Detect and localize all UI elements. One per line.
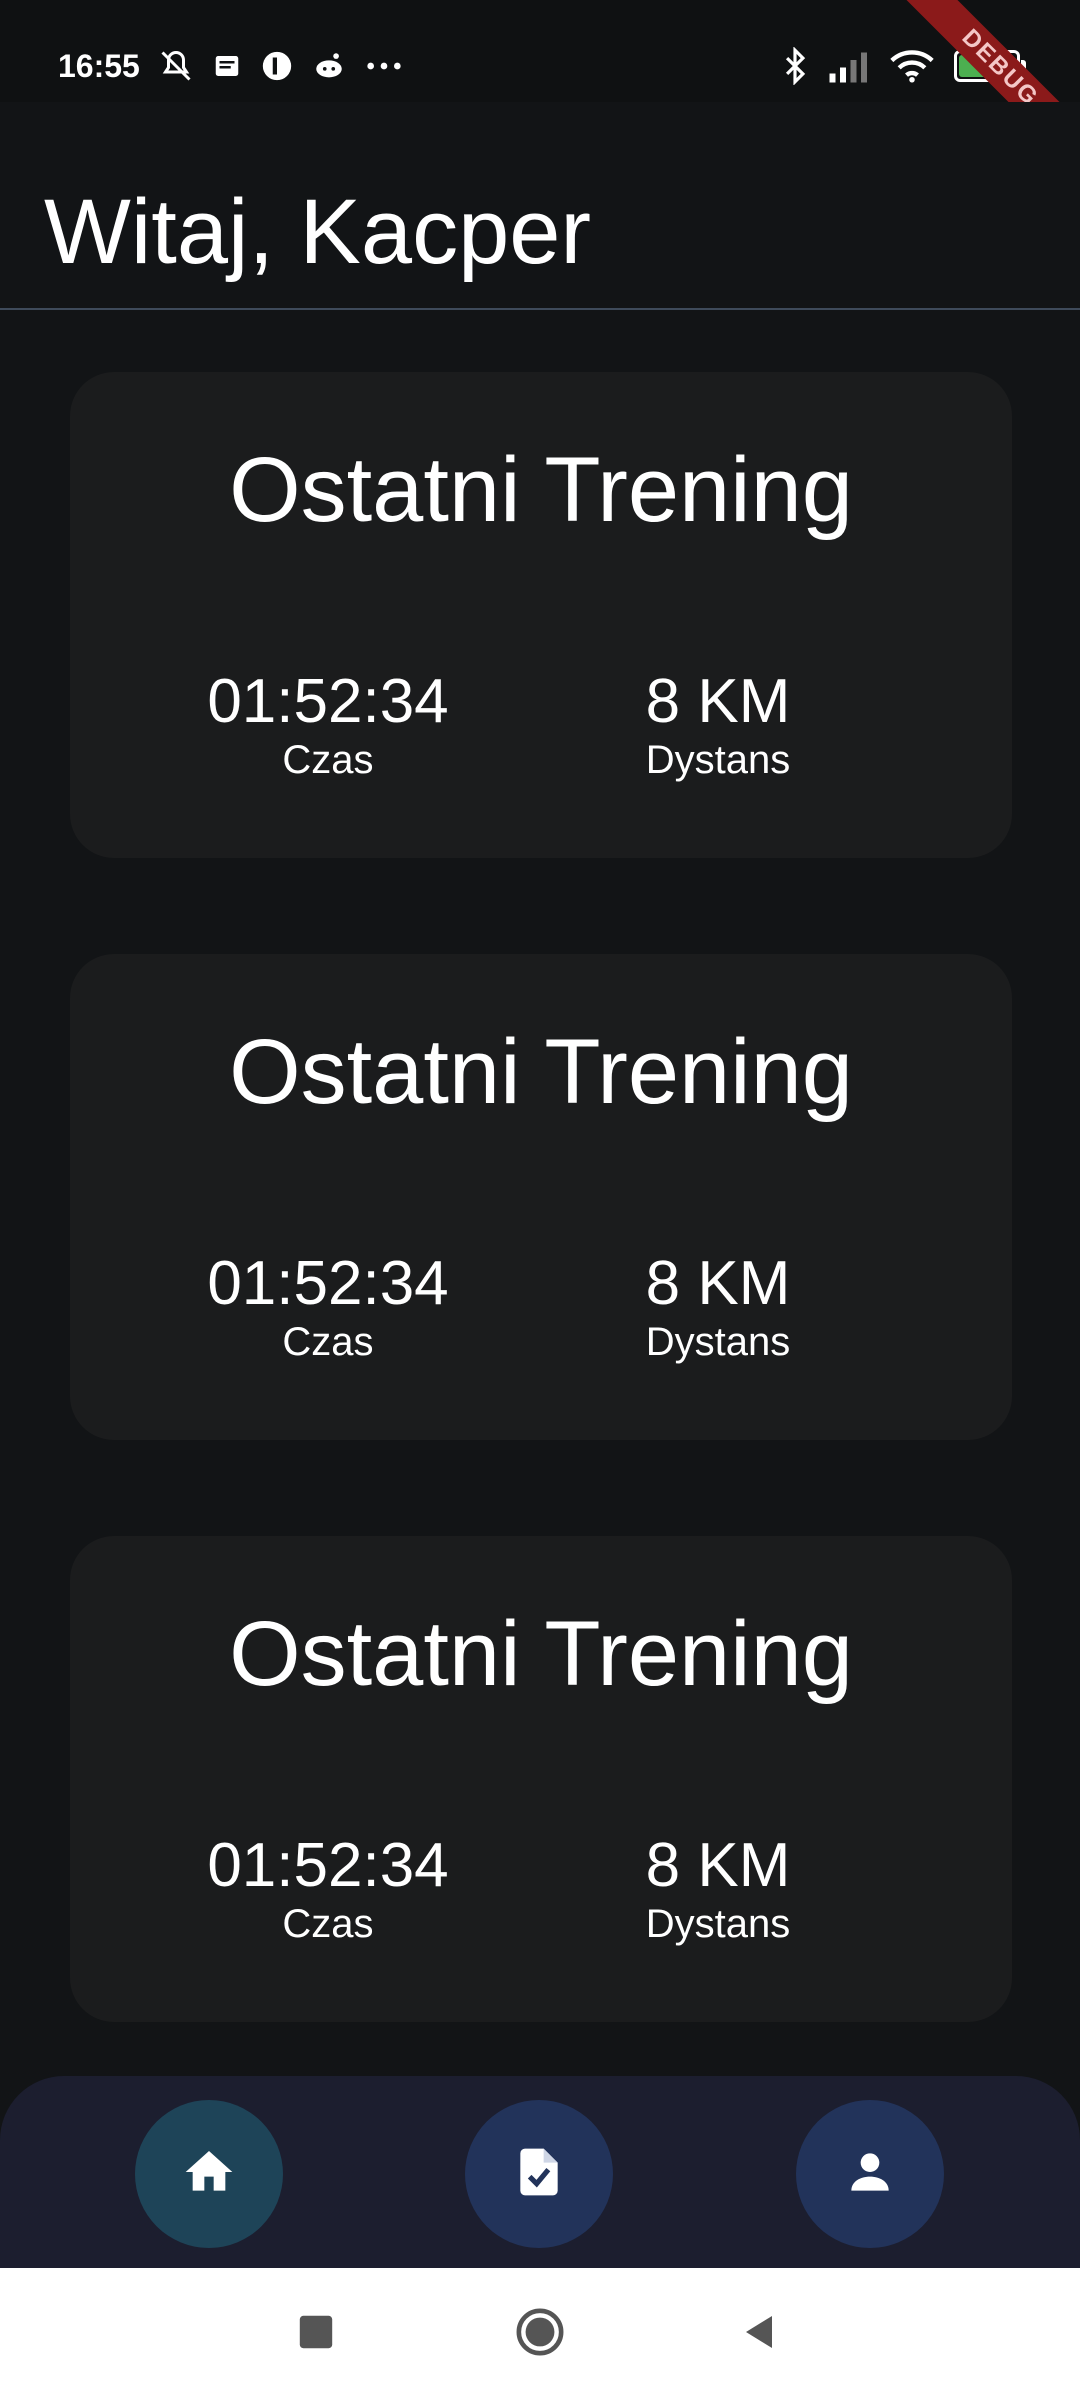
reddit-icon (312, 49, 346, 83)
back-triangle-icon (740, 2312, 780, 2357)
training-card[interactable]: Ostatni Trening 01:52:34 Czas 8 KM Dysta… (70, 372, 1012, 858)
recents-button[interactable] (284, 2268, 348, 2400)
time-label: Czas (282, 1902, 374, 1946)
home-icon (181, 2144, 237, 2205)
time-stat: 01:52:34 Czas (178, 1832, 478, 1948)
time-value: 01:52:34 (207, 1249, 449, 1318)
square-icon (298, 2314, 334, 2355)
card-title: Ostatni Trening (229, 439, 853, 541)
distance-stat: 8 KM Dystans (568, 668, 868, 784)
distance-label: Dystans (645, 1902, 791, 1946)
training-card[interactable]: Ostatni Trening 01:52:34 Czas 8 KM Dysta… (70, 954, 1012, 1440)
time-value: 01:52:34 (207, 1831, 449, 1900)
back-button[interactable] (728, 2268, 792, 2400)
time-value: 01:52:34 (207, 667, 449, 736)
bluetooth-icon (782, 47, 808, 85)
nav-home-button[interactable] (135, 2100, 283, 2248)
circle-icon (515, 2307, 565, 2362)
time-label: Czas (282, 738, 374, 782)
wifi-icon (890, 49, 934, 83)
status-bar: 16:55 92 (0, 0, 1080, 102)
distance-value: 8 KM (645, 1249, 791, 1318)
signal-icon (828, 49, 870, 83)
time-stat: 01:52:34 Czas (178, 1250, 478, 1366)
distance-value: 8 KM (645, 667, 791, 736)
status-time: 16:55 (58, 47, 140, 84)
person-icon (842, 2144, 898, 2205)
message-icon (212, 51, 242, 81)
distance-label: Dystans (645, 1320, 791, 1364)
card-title: Ostatni Trening (229, 1021, 853, 1123)
page-title: Witaj, Kacper (44, 181, 592, 283)
training-card[interactable]: Ostatni Trening 01:52:34 Czas 8 KM Dysta… (70, 1536, 1012, 2022)
distance-label: Dystans (645, 738, 791, 782)
app-bar: Witaj, Kacper (0, 102, 1080, 310)
system-home-button[interactable] (508, 2268, 572, 2400)
task-document-icon (511, 2144, 567, 2205)
muted-bell-icon (158, 48, 194, 84)
bottom-navigation (0, 2076, 1080, 2268)
card-title: Ostatni Trening (229, 1603, 853, 1705)
system-navigation-bar (0, 2268, 1080, 2400)
nav-profile-button[interactable] (796, 2100, 944, 2248)
nav-tasks-button[interactable] (465, 2100, 613, 2248)
time-stat: 01:52:34 Czas (178, 668, 478, 784)
distance-stat: 8 KM Dystans (568, 1832, 868, 1948)
distance-stat: 8 KM Dystans (568, 1250, 868, 1366)
distance-value: 8 KM (645, 1831, 791, 1900)
app-circle-icon (260, 49, 294, 83)
more-dots-icon (364, 51, 404, 81)
status-left: 16:55 (58, 44, 404, 88)
time-label: Czas (282, 1320, 374, 1364)
